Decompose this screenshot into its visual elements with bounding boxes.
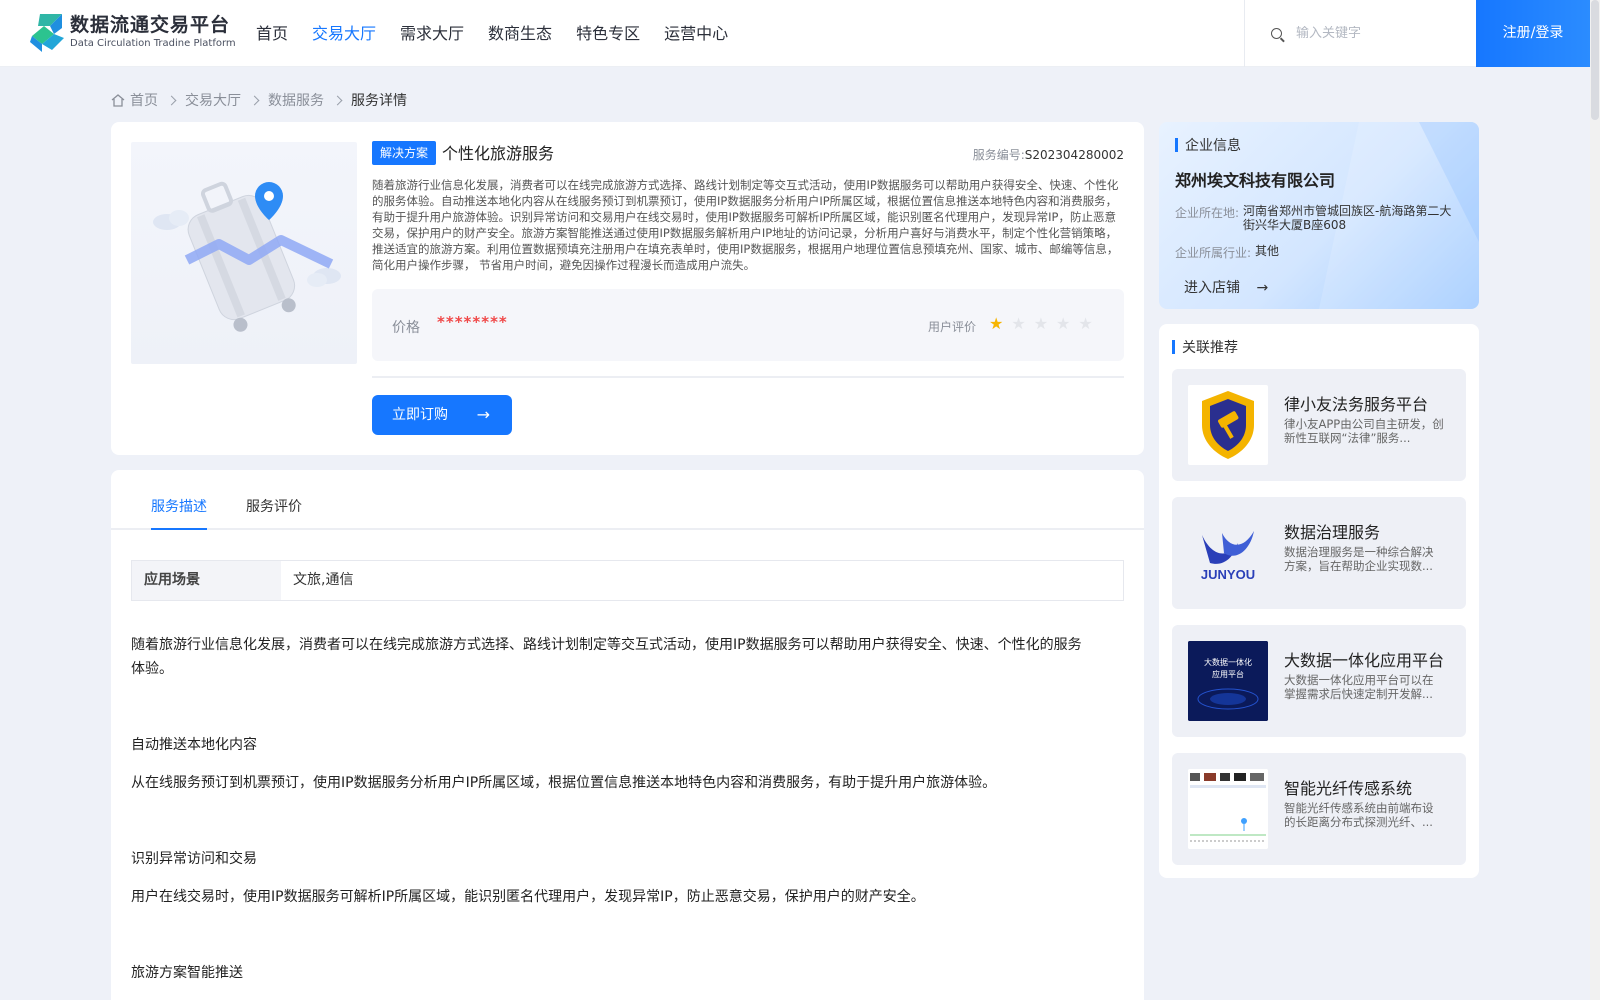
logo-subtitle: Data Circulation Tradine Platform [70, 38, 236, 49]
company-section-title: 企业信息 [1175, 135, 1241, 155]
company-info-card: 企业信息 郑州埃文科技有限公司 企业所在地: 河南省郑州市管城回族区-航海路第二… [1159, 122, 1479, 309]
chevron-right-icon [332, 95, 343, 105]
company-industry-label: 企业所属行业: [1175, 246, 1252, 260]
nav-operation-center[interactable]: 运营中心 [664, 0, 728, 67]
related-item-title: 数据治理服务 [1284, 523, 1381, 542]
related-item[interactable]: JUNYOU 数据治理服务 数据治理服务是一种综合解决方案，旨在帮助企业实现数.… [1172, 497, 1466, 609]
price-value: ******** [437, 313, 508, 331]
related-item-desc: 大数据一体化应用平台可以在掌握需求后快速定制开发解... [1284, 673, 1434, 701]
bigdata-thumb-line2: 应用平台 [1212, 669, 1244, 679]
bigdata-platform-thumbnail: 大数据一体化 应用平台 [1188, 641, 1268, 721]
description-heading: 识别异常访问和交易 [131, 851, 257, 867]
scene-label: 应用场景 [132, 561, 281, 600]
description-paragraph: 从在线服务预订到机票预订，使用IP数据服务分析用户IP所属区域，根据位置信息推送… [131, 775, 997, 791]
description-heading: 旅游方案智能推送 [131, 965, 243, 981]
related-item-desc: 数据治理服务是一种综合解决方案，旨在帮助企业实现数... [1284, 545, 1434, 573]
description-heading: 自动推送本地化内容 [131, 737, 257, 753]
company-location-label: 企业所在地: [1175, 206, 1240, 220]
related-section-title: 关联推荐 [1172, 337, 1238, 357]
company-location-row: 企业所在地: 河南省郑州市管城回族区-航海路第二大街兴华大厦B座608 [1175, 204, 1453, 232]
arrow-right-icon: → [476, 405, 490, 424]
tab-service-reviews[interactable]: 服务评价 [246, 496, 302, 516]
product-title: 个性化旅游服务 [442, 144, 555, 163]
nav-home[interactable]: 首页 [256, 0, 288, 67]
service-code: 服务编号:S202304280002 [973, 146, 1124, 163]
star-icon: ★ [1078, 314, 1093, 333]
tab-service-description[interactable]: 服务描述 [151, 496, 207, 516]
product-card: 解决方案 个性化旅游服务 服务编号:S202304280002 随着旅游行业信息… [111, 122, 1144, 455]
logo[interactable]: 数据流通交易平台 Data Circulation Tradine Platfo… [28, 12, 236, 52]
junyou-logo-text: JUNYOU [1201, 567, 1255, 582]
solution-tag: 解决方案 [372, 141, 437, 165]
top-header: 数据流通交易平台 Data Circulation Tradine Platfo… [0, 0, 1590, 67]
rating-stars: ★ ★ ★ ★ ★ [989, 314, 1101, 334]
service-detail-card: 服务描述 服务评价 应用场景 文旅,通信 随着旅游行业信息化发展，消费者可以在线… [111, 470, 1144, 1000]
nav-featured-zone[interactable]: 特色专区 [576, 0, 640, 67]
nav-demand-hall[interactable]: 需求大厅 [400, 0, 464, 67]
detail-tabs: 服务描述 服务评价 [111, 470, 1144, 530]
page-scrollbar[interactable] [1590, 0, 1600, 1000]
home-icon [111, 93, 125, 107]
star-icon: ★ [989, 314, 1004, 333]
related-item[interactable]: 大数据一体化 应用平台 大数据一体化应用平台 大数据一体化应用平台可以在掌握需求… [1172, 625, 1466, 737]
company-location-value: 河南省郑州市管城回族区-航海路第二大街兴华大厦B座608 [1243, 204, 1452, 232]
scrollbar-thumb[interactable] [1591, 0, 1599, 120]
gavel-shield-icon [1188, 385, 1268, 465]
price-panel: 价格 ******** 用户评价 ★ ★ ★ ★ ★ [372, 289, 1124, 361]
related-item-title: 智能光纤传感系统 [1284, 779, 1413, 798]
arrow-right-icon: → [1256, 280, 1269, 296]
breadcrumb-data-service[interactable]: 数据服务 [268, 90, 324, 110]
nav-trading-hall[interactable]: 交易大厅 [312, 0, 376, 67]
bigdata-thumb-line1: 大数据一体化 [1204, 657, 1252, 667]
fiber-sensing-thumbnail [1188, 769, 1268, 849]
company-industry-value: 其他 [1255, 244, 1280, 258]
chevron-right-icon [166, 95, 177, 105]
breadcrumb: 首页 交易大厅 数据服务 服务详情 [111, 90, 407, 110]
breadcrumb-current: 服务详情 [351, 93, 407, 109]
related-recommendations: 关联推荐 律小友法务服务平台 律小友APP由公司自主研发，创新性互联网“法律”服… [1159, 324, 1479, 878]
breadcrumb-home[interactable]: 首页 [130, 90, 158, 110]
chevron-right-icon [249, 95, 260, 105]
search-input[interactable] [1296, 26, 1466, 41]
related-item-title: 律小友法务服务平台 [1284, 395, 1429, 414]
description-paragraph: 用户在线交易时，使用IP数据服务可解析IP所属区域，能识别匿名代理用户，发现异常… [131, 889, 925, 905]
company-industry-row: 企业所属行业: 其他 [1175, 244, 1465, 261]
product-description: 随着旅游行业信息化发展，消费者可以在线完成旅游方式选择、路线计划制定等交互式活动… [372, 178, 1119, 272]
rating-label: 用户评价 [928, 320, 977, 334]
application-scene-table: 应用场景 文旅,通信 [131, 560, 1124, 601]
enter-shop-label: 进入店铺 [1184, 280, 1240, 296]
related-item-desc: 律小友APP由公司自主研发，创新性互联网“法律”服务... [1284, 417, 1444, 445]
related-item-desc: 智能光纤传感系统由前端布设的长距离分布式探测光纤、... [1284, 801, 1434, 829]
description-paragraph: 随着旅游行业信息化发展，消费者可以在线完成旅游方式选择、路线计划制定等交互式活动… [131, 637, 1082, 677]
price-label: 价格 [392, 320, 420, 336]
breadcrumb-trading-hall[interactable]: 交易大厅 [185, 90, 241, 110]
enter-shop-link[interactable]: 进入店铺 → [1184, 277, 1268, 297]
order-now-button[interactable]: 立即订购 → [372, 395, 512, 435]
related-item[interactable]: 智能光纤传感系统 智能光纤传感系统由前端布设的长距离分布式探测光纤、... [1172, 753, 1466, 865]
related-item-title: 大数据一体化应用平台 [1284, 651, 1445, 670]
service-code-label: 服务编号: [972, 148, 1025, 162]
service-code-value: S202304280002 [1024, 148, 1124, 162]
star-icon: ★ [1011, 314, 1026, 333]
login-register-button[interactable]: 注册/登录 [1476, 0, 1590, 67]
active-tab-indicator [151, 528, 207, 530]
related-item[interactable]: 律小友法务服务平台 律小友APP由公司自主研发，创新性互联网“法律”服务... [1172, 369, 1466, 481]
order-now-label: 立即订购 [392, 407, 448, 423]
product-image [131, 142, 357, 364]
search-box [1244, 0, 1476, 67]
company-name: 郑州埃文科技有限公司 [1175, 171, 1336, 190]
search-icon[interactable] [1271, 28, 1282, 39]
star-icon: ★ [1056, 314, 1071, 333]
junyou-logo-icon: JUNYOU [1188, 513, 1268, 593]
nav-ecosystem[interactable]: 数商生态 [488, 0, 552, 67]
logo-icon [28, 12, 66, 52]
main-nav: 首页 交易大厅 需求大厅 数商生态 特色专区 运营中心 [256, 0, 752, 67]
scene-value: 文旅,通信 [293, 572, 354, 588]
star-icon: ★ [1033, 314, 1049, 333]
logo-title: 数据流通交易平台 [70, 14, 231, 36]
divider [372, 376, 1124, 378]
